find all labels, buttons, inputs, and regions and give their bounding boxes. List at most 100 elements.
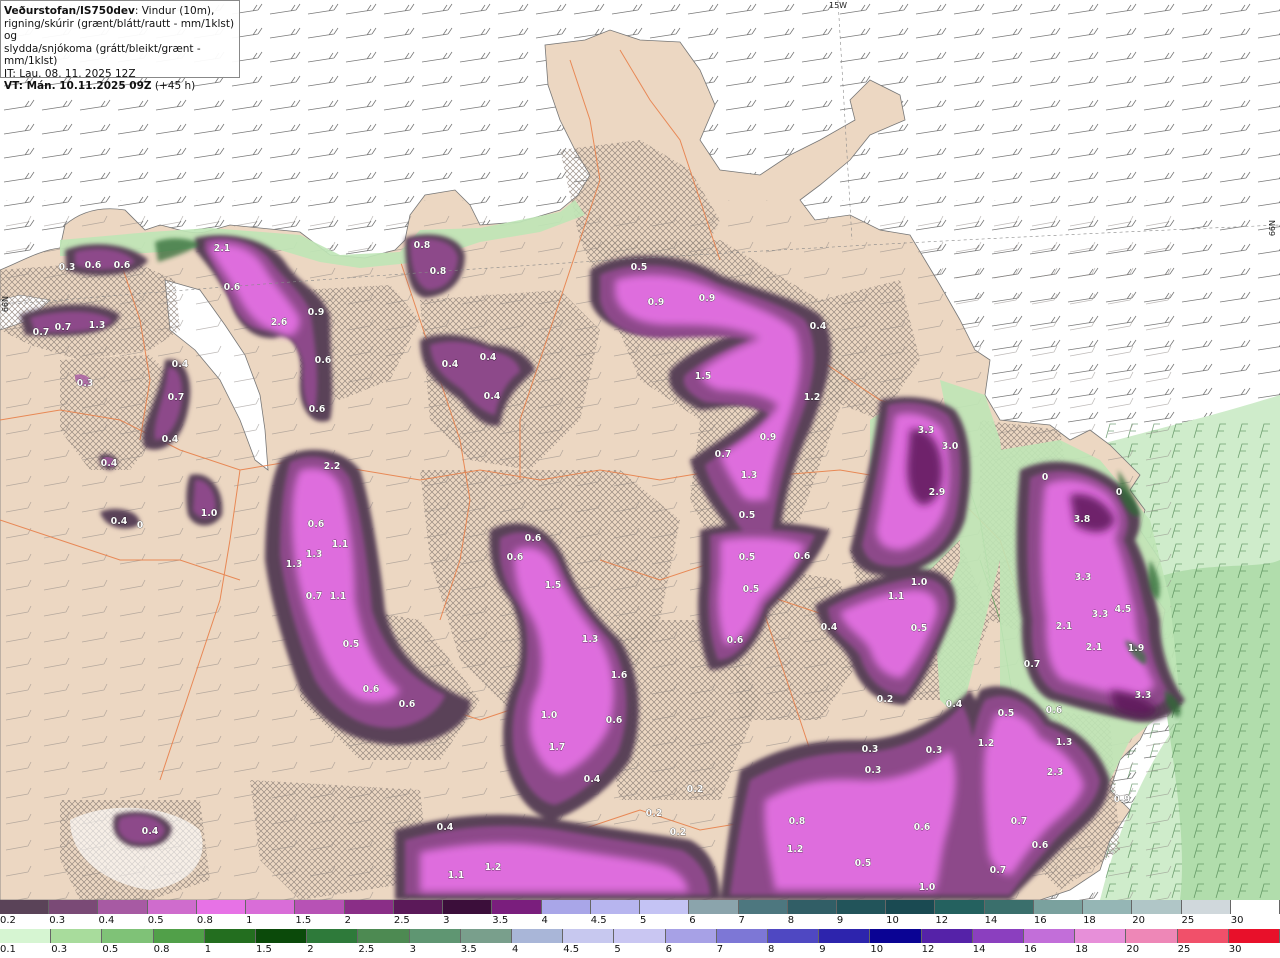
precip-value-label: 1.3 — [89, 320, 106, 331]
colorbar-tick-label: 2.5 — [393, 915, 410, 926]
colorbar-cell — [665, 929, 717, 943]
colorbar-tick-label: 18 — [1083, 915, 1096, 926]
colorbar-cell — [196, 900, 247, 914]
colorbar-cell — [443, 900, 493, 914]
precip-value-label: 1.2 — [978, 738, 995, 749]
precip-value-label: 1.3 — [306, 549, 323, 560]
colorbar-tick-label: 0.8 — [153, 944, 170, 955]
precip-value-label: 0.6 — [224, 282, 241, 293]
colorbar-tick-label: 20 — [1132, 915, 1146, 926]
precip-value-label: 0.3 — [865, 765, 882, 776]
colorbar-cell — [1181, 900, 1231, 914]
colorbar-cell — [689, 900, 739, 914]
colorbar-tick-label: 25 — [1177, 944, 1191, 955]
precip-value-label: 0.5 — [631, 262, 648, 273]
colorbar-tick-label: 0.3 — [51, 944, 68, 955]
colorbar-tick-label: 30 — [1228, 944, 1242, 955]
legend-line2: rigning/skúrir (grænt/blátt/rautt - mm/1… — [4, 17, 235, 43]
precip-value-label: 2.2 — [324, 461, 341, 472]
precip-value-label: 3.0 — [942, 441, 959, 452]
precip-value-label: 0.3 — [862, 744, 879, 755]
colorbar-tick-label: 12 — [935, 915, 949, 926]
colorbar-tick-label: 12 — [921, 944, 935, 955]
precip-value-label: 0.6 — [399, 699, 416, 710]
precip-value-label: 0.6 — [85, 260, 102, 271]
precip-value-label: 1.9 — [1128, 643, 1145, 654]
precip-value-label: 2.3 — [1047, 767, 1064, 778]
colorbar-cell — [512, 929, 564, 943]
precip-value-label: 1.0 — [201, 508, 218, 519]
precip-value-label: 0.6 — [1032, 840, 1049, 851]
colorbar-cell — [0, 900, 50, 914]
colorbar-tick-label: 10 — [870, 944, 884, 955]
precip-value-label: 0.9 — [760, 432, 777, 443]
colorbar-cell — [147, 900, 197, 914]
colorbar-tick-label: 1.5 — [256, 944, 272, 955]
colorbar-cell — [1024, 929, 1076, 943]
longitude-label: 15W — [829, 1, 848, 10]
precip-value-label: 1.5 — [545, 580, 562, 591]
legend-init-time: IT: Lau. 08. 11. 2025 12Z — [4, 67, 136, 80]
colorbar-tick-label: 0.2 — [0, 915, 16, 926]
colorbar-cell — [295, 900, 345, 914]
colorbar-cell — [563, 929, 615, 943]
colorbar-tick-label: 4.5 — [563, 944, 580, 955]
precip-value-label: 0.7 — [990, 865, 1007, 876]
colorbar-cell — [49, 900, 99, 914]
precip-value-label: 0.2 — [877, 694, 894, 705]
colorbar-tick-label: 3 — [409, 944, 416, 955]
colorbar-cell — [1075, 929, 1127, 943]
colorbar-cell — [640, 900, 690, 914]
precip-value-label: 0.8 — [414, 240, 431, 251]
colorbar-cell — [768, 929, 820, 943]
colorbar-tick-label: 16 — [1024, 944, 1037, 955]
precip-value-label: 0.6 — [507, 552, 524, 563]
map-legend: Veðurstofan/IS750dev: Vindur (10m), rign… — [0, 0, 240, 92]
colorbar-tick-label: 8 — [787, 915, 795, 926]
precip-value-label: 2.1 — [1056, 621, 1073, 632]
precip-value-label: 0.5 — [998, 708, 1015, 719]
colorbar-tick-label: 7 — [738, 915, 745, 926]
legend-valid-time: VT: Mán. 10.11.2025 09Z — [4, 80, 152, 92]
colorbar-cell — [935, 900, 985, 914]
precip-value-label: 0.9 — [648, 297, 665, 308]
weather-map[interactable]: 0.6 0.6 0.3 2.1 0.6 2.6 0.9 0.6 0.6 0.7 0.7 1.3 0.4 0… — [0, 0, 1280, 900]
colorbar-cell — [819, 929, 871, 943]
precip-value-label: 0.7 — [168, 392, 185, 403]
colorbar-tick-label: 0.5 — [147, 915, 164, 926]
precip-value-label: 1.3 — [741, 470, 758, 481]
precip-value-label: 0.4 — [946, 699, 963, 710]
colorbar-cell — [787, 900, 837, 914]
precip-value-label: 1.0 — [911, 577, 928, 588]
colorbar-tick-label: 3.5 — [460, 944, 477, 955]
precip-value-label: 3.8 — [1074, 514, 1091, 525]
colorbar-tick-label: 2 — [307, 944, 314, 955]
precip-value-label: 0.9 — [699, 293, 716, 304]
snow-colorbar — [0, 900, 1280, 914]
precip-value-label: 3.3 — [1075, 572, 1092, 583]
colorbar-tick-label: 5 — [614, 944, 621, 955]
precip-value-label: 0 — [1116, 487, 1123, 498]
precip-value-label: 0.6 — [315, 355, 332, 366]
colorbar-tick-label: 8 — [768, 944, 775, 955]
colorbar-cell — [836, 900, 887, 914]
precip-value-label: 1.1 — [448, 870, 465, 881]
precip-value-label: 0.2 — [670, 827, 687, 838]
precip-value-label: 0.6 — [114, 260, 131, 271]
precip-value-label: 0.4 — [480, 352, 497, 363]
rain-colorbar-labels: 0.1 0.3 0.5 0.8 1 1.5 2 2.5 3 3.5 4 4.5 5 6 7 8 9 10 12 14 1… — [0, 944, 1280, 957]
colorbar-cell — [1230, 900, 1280, 914]
colorbar-tick-label: 14 — [984, 915, 998, 926]
colorbar-cell — [153, 929, 205, 943]
latitude-label-right: 66N — [1268, 220, 1277, 237]
colorbar-cell — [716, 929, 769, 943]
colorbar-tick-label: 9 — [836, 915, 844, 926]
legend-source: Veðurstofan/IS750dev — [4, 5, 135, 17]
colorbar-tick-label: 30 — [1230, 915, 1244, 926]
precip-value-label: 0.6 — [363, 684, 380, 695]
precip-value-label: 0 — [1042, 472, 1049, 483]
precip-value-label: 0.4 — [142, 826, 159, 837]
precip-value-label: 1.7 — [549, 742, 566, 753]
colorbar-tick-label: 4 — [541, 915, 548, 926]
colorbar-tick-label: 0.1 — [0, 944, 16, 955]
